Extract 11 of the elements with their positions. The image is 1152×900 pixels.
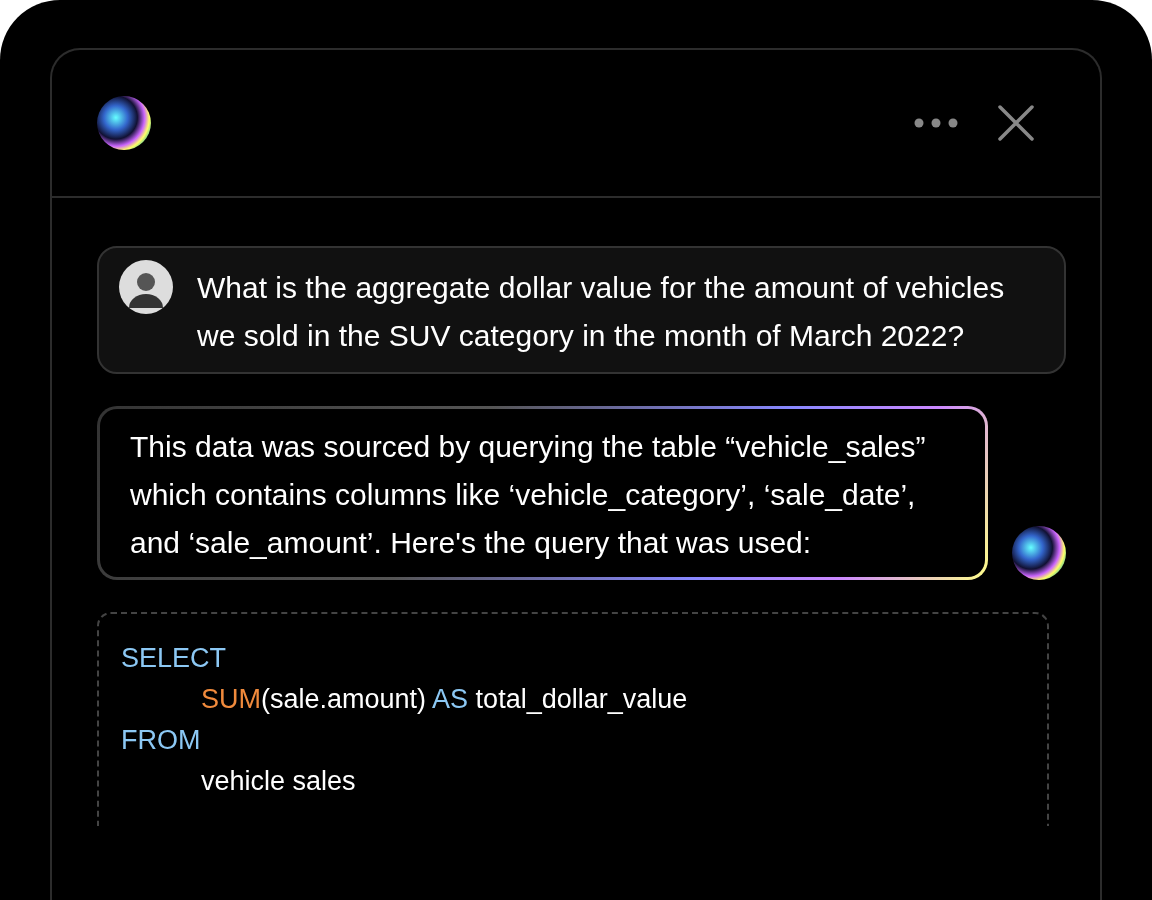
assistant-orb-icon: [1012, 526, 1066, 580]
close-icon[interactable]: [998, 105, 1034, 141]
user-avatar: [119, 260, 173, 314]
code-line: SELECT: [121, 642, 228, 675]
logo-orb-icon: [97, 96, 151, 150]
more-icon[interactable]: [914, 118, 958, 128]
code-line: vehicle sales: [200, 765, 357, 798]
user-message-text: What is the aggregate dollar value for the amount of vehicles we sold in the SUV category in the month of March 2022?: [197, 270, 1006, 354]
code-line: FROM: [121, 724, 202, 757]
assistant-message-text: This data was sourced by querying the table “vehicle_sales” which contains columns like ‘vehicle_category’, ‘sale_date’, and ‘sale_amount’. Here's the query that was used:: [130, 430, 926, 559]
code-line: SUM(sale.amount) AS total_dollar_value: [200, 683, 689, 716]
